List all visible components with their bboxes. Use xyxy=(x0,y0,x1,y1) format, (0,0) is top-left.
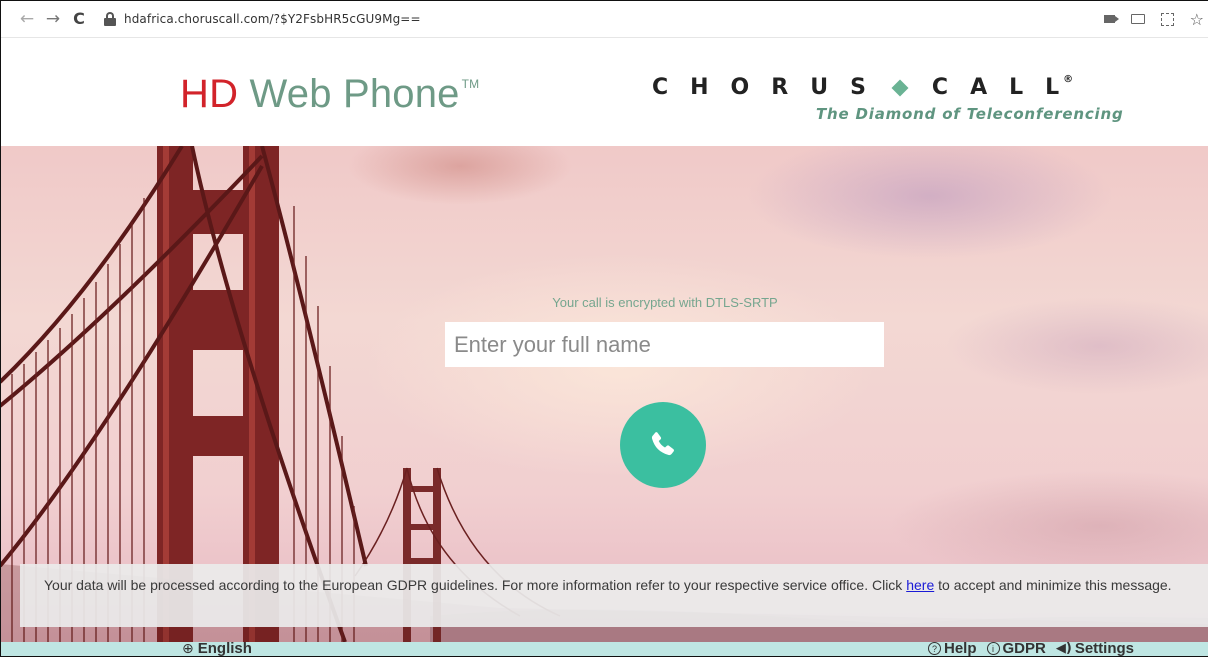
speaker-icon: ◀) xyxy=(1055,641,1072,656)
full-name-input[interactable] xyxy=(445,322,884,367)
brand-registered: ® xyxy=(1063,74,1074,85)
brand-call: CALL xyxy=(931,75,1082,100)
brand-tagline: The Diamond of Teleconferencing xyxy=(816,105,1124,123)
brand-chorus: CHORUS xyxy=(652,75,888,100)
gdpr-text-after: to accept and minimize this message. xyxy=(934,577,1172,593)
info-icon: i xyxy=(986,642,1000,655)
settings-label: Settings xyxy=(1074,640,1134,657)
globe-icon: ⊕ xyxy=(182,640,194,657)
hd-web-phone-logo: HD Web Phone TM xyxy=(180,72,479,117)
gdpr-label: GDPR xyxy=(1002,640,1046,657)
star-icon[interactable]: ☆ xyxy=(1190,10,1204,29)
gdpr-notice: Your data will be processed according to… xyxy=(20,564,1208,627)
gdpr-accept-link[interactable]: here xyxy=(906,577,934,593)
qr-icon[interactable] xyxy=(1160,12,1174,26)
help-label: Help xyxy=(944,640,977,657)
encryption-notice: Your call is encrypted with DTLS-SRTP xyxy=(552,295,778,310)
call-button[interactable] xyxy=(620,402,706,488)
forward-icon[interactable]: → xyxy=(40,6,66,32)
browser-toolbar: ← → C hdafrica.choruscall.com/?$Y2FsbHR5… xyxy=(0,0,1208,38)
chorus-call-logo: CHORUS CALL ® The Diamond of Teleconferenc… xyxy=(652,74,1172,123)
phone-icon xyxy=(651,432,674,456)
footer-bar: ⊕ English ? Help i GDPR ◀) Settings xyxy=(0,640,1208,657)
address-bar[interactable]: hdafrica.choruscall.com/?$Y2FsbHR5cGU9Mg… xyxy=(104,11,421,26)
language-selector[interactable]: ⊕ English xyxy=(182,640,252,657)
help-button[interactable]: ? Help xyxy=(928,640,977,657)
reload-icon[interactable]: C xyxy=(66,6,92,32)
url-text[interactable]: hdafrica.choruscall.com/?$Y2FsbHR5cGU9Mg… xyxy=(124,12,421,26)
gdpr-text-before: Your data will be processed according to… xyxy=(44,577,907,593)
camera-icon[interactable] xyxy=(1103,15,1119,23)
diamond-icon xyxy=(891,79,909,97)
help-icon: ? xyxy=(928,642,941,655)
logo-web-phone: Web Phone xyxy=(249,72,460,116)
settings-button[interactable]: ◀) Settings xyxy=(1056,640,1134,657)
gdpr-button[interactable]: i GDPR xyxy=(986,640,1046,657)
cast-icon[interactable] xyxy=(1130,14,1145,24)
logo-hd: HD xyxy=(180,72,239,116)
lock-icon xyxy=(104,11,116,26)
logo-trademark: TM xyxy=(461,77,480,91)
back-icon[interactable]: ← xyxy=(14,6,40,32)
hero-background: Your call is encrypted with DTLS-SRTP Yo… xyxy=(0,146,1208,642)
app-header: HD Web Phone TM CHORUS CALL ® The Diamond o… xyxy=(0,39,1208,146)
language-label: English xyxy=(197,640,252,657)
